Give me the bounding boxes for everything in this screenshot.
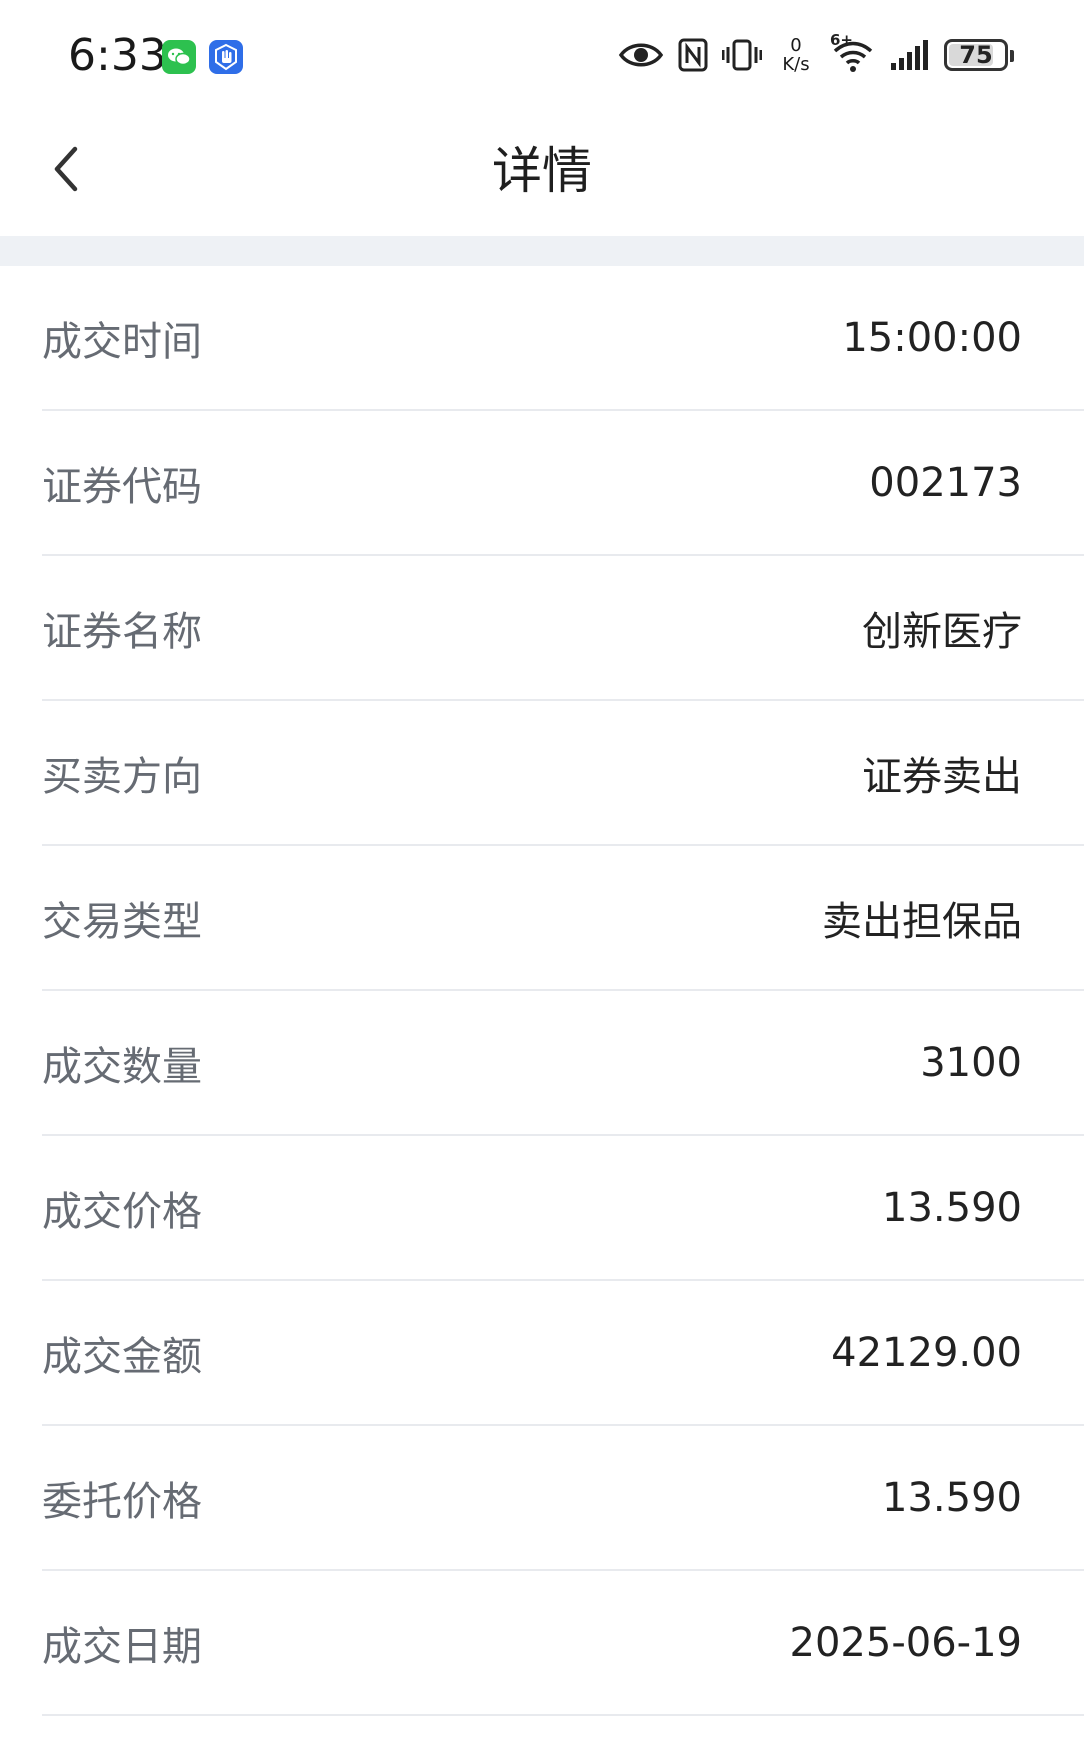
row-value: 证券卖出: [862, 753, 1022, 800]
eye-icon: [618, 43, 664, 67]
row-label: 成交数量: [42, 1043, 202, 1090]
net-speed-unit: K/s: [782, 54, 810, 75]
row-label: 成交日期: [42, 1623, 202, 1670]
status-time: 6:33: [68, 30, 167, 81]
row-label: 委托价格: [42, 1478, 202, 1525]
net-speed-value: 0: [790, 35, 802, 56]
hand-app-icon: [209, 40, 243, 74]
row-value: 2025-06-19: [789, 1619, 1022, 1666]
detail-row-direction: 买卖方向 证券卖出: [42, 701, 1084, 846]
row-value: 13.590: [882, 1184, 1022, 1231]
nfc-icon: [678, 38, 708, 72]
row-value: 创新医疗: [862, 608, 1022, 655]
detail-row-security-code: 证券代码 002173: [42, 411, 1084, 556]
net-speed: 0 K/s: [776, 36, 816, 74]
detail-row-trade-date: 成交日期 2025-06-19: [42, 1571, 1084, 1716]
detail-list: 成交时间 15:00:00 证券代码 002173 证券名称 创新医疗 买卖方向…: [0, 266, 1084, 1716]
detail-row-order-price: 委托价格 13.590: [42, 1426, 1084, 1571]
vibrate-icon: [722, 39, 762, 71]
detail-row-price: 成交价格 13.590: [42, 1136, 1084, 1281]
battery-level: 75: [959, 41, 993, 69]
row-value: 42129.00: [831, 1329, 1022, 1376]
row-label: 证券代码: [42, 463, 202, 510]
row-value: 002173: [869, 459, 1022, 506]
row-label: 买卖方向: [42, 753, 202, 800]
detail-row-trade-type: 交易类型 卖出担保品: [42, 846, 1084, 991]
nav-bar: 详情: [0, 110, 1084, 236]
row-value: 3100: [920, 1039, 1022, 1086]
section-divider: [0, 236, 1084, 266]
signal-icon: [891, 40, 928, 70]
row-value: 13.590: [882, 1474, 1022, 1521]
detail-row-trade-time: 成交时间 15:00:00: [42, 266, 1084, 411]
row-label: 成交时间: [42, 318, 202, 365]
wechat-icon: [162, 40, 196, 74]
status-icons: 0 K/s 6+ 75: [618, 30, 1014, 80]
row-value: 卖出担保品: [822, 898, 1022, 945]
wifi-icon: 6+: [830, 31, 876, 75]
detail-row-security-name: 证券名称 创新医疗: [42, 556, 1084, 701]
row-label: 证券名称: [42, 608, 202, 655]
status-bar: 6:33 0 K/s 6+ 75: [0, 0, 1084, 110]
battery-icon: 75: [944, 39, 1014, 71]
row-label: 交易类型: [42, 898, 202, 945]
detail-row-amount: 成交金额 42129.00: [42, 1281, 1084, 1426]
row-label: 成交价格: [42, 1188, 202, 1235]
page-title: 详情: [492, 142, 592, 200]
row-label: 成交金额: [42, 1333, 202, 1380]
row-value: 15:00:00: [842, 314, 1022, 361]
detail-row-quantity: 成交数量 3100: [42, 991, 1084, 1136]
